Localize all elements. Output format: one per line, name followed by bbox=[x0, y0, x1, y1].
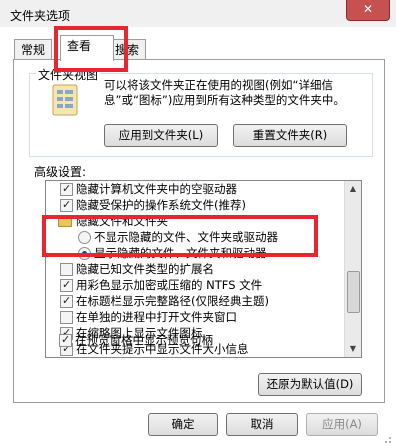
apply-button[interactable]: 应用(A) bbox=[306, 413, 378, 436]
resize-grip-icon[interactable] bbox=[382, 434, 392, 444]
checkbox[interactable] bbox=[60, 197, 73, 213]
scroll-up-icon[interactable]: ▲ bbox=[345, 181, 361, 197]
tab-general[interactable]: 常规 bbox=[14, 39, 53, 60]
apply-to-folders-button[interactable]: 应用到文件夹(L) bbox=[104, 124, 218, 147]
highlight-box-hidden-files bbox=[42, 215, 318, 257]
window-title: 文件夹选项 bbox=[10, 9, 71, 23]
tab-strip: 常规 查看 搜索 bbox=[14, 35, 384, 61]
checkbox[interactable] bbox=[60, 181, 73, 197]
scroll-down-icon[interactable]: ▼ bbox=[345, 341, 361, 357]
restore-defaults-button[interactable]: 还原为默认值(D) bbox=[258, 373, 362, 396]
cancel-button[interactable]: 取消 bbox=[226, 413, 298, 436]
folder-options-dialog: 文件夹选项 ✕ 常规 查看 搜索 文件夹视图 可以将该文件夹正在使用的视图(例如… bbox=[0, 0, 396, 448]
checkbox[interactable] bbox=[60, 277, 73, 293]
tab-view[interactable]: 查看 bbox=[60, 35, 114, 61]
folder-view-icon bbox=[52, 84, 78, 116]
ok-button[interactable]: 确定 bbox=[148, 413, 218, 436]
title-bar: 文件夹选项 ✕ bbox=[0, 0, 396, 27]
checkbox[interactable] bbox=[60, 263, 73, 276]
close-button[interactable]: ✕ bbox=[346, 0, 390, 21]
reset-folders-button[interactable]: 重置文件夹(R) bbox=[233, 124, 347, 147]
checkbox[interactable] bbox=[59, 332, 72, 348]
folder-views-description: 可以将该文件夹正在使用的视图(例如“详细信息”或“图标”)应用到所有这种类型的文… bbox=[104, 78, 345, 107]
scroll-thumb[interactable] bbox=[347, 271, 360, 313]
checkbox[interactable] bbox=[60, 293, 73, 309]
advanced-settings-label: 高级设置: bbox=[32, 163, 89, 180]
vertical-scrollbar[interactable]: ▲ ▼ bbox=[344, 181, 361, 357]
checkbox[interactable] bbox=[60, 311, 73, 324]
